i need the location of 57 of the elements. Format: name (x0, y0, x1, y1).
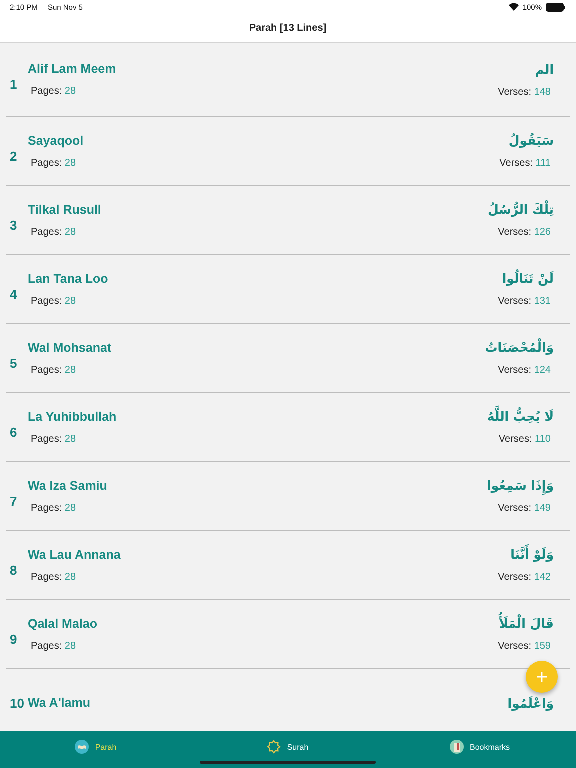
parah-number: 1 (10, 76, 18, 92)
book-icon (75, 740, 90, 754)
add-button[interactable] (526, 661, 558, 693)
pages-count: Pages: 28 (30, 640, 78, 652)
parah-number: 6 (10, 424, 18, 440)
parah-number: 10 (10, 696, 26, 710)
parah-number: 8 (10, 562, 18, 578)
pages-count: Pages: 28 (30, 364, 78, 376)
parah-arabic-name: الم (535, 62, 554, 76)
parah-name: Sayaqool (28, 134, 84, 148)
parah-name: Wa A'lamu (28, 696, 90, 710)
parah-name: La Yuhibbullah (28, 410, 117, 424)
verses-count: Verses: 110 (498, 434, 552, 445)
parah-arabic-name: وَالْمُحْصَنَاتُ (485, 340, 554, 355)
pages-count: Pages: 28 (30, 86, 78, 97)
parah-name: Wa Lau Annana (28, 548, 121, 562)
pages-count: Pages: 28 (30, 158, 78, 168)
tab[interactable]: Parah (0, 731, 192, 768)
battery-icon (546, 2, 566, 12)
verses-count: Verses: 149 (497, 503, 552, 514)
plus-icon (536, 671, 548, 683)
pages-count: Pages: 28 (30, 296, 78, 306)
parah-name: Alif Lam Meem (28, 62, 116, 76)
tab[interactable]: Bookmarks (384, 731, 576, 768)
verses-count: Verses: 131 (497, 296, 552, 307)
badge-icon (267, 740, 282, 754)
verses-count: Verses: 148 (497, 86, 552, 98)
parah-number: 2 (10, 148, 18, 164)
parah-arabic-name: تِلْكَ الرُّسُلُ (488, 202, 554, 217)
tab[interactable]: Surah (192, 731, 384, 768)
verses-count: Verses: 126 (497, 227, 552, 238)
parah-name: Qalal Malao (28, 616, 98, 630)
verses-count: Verses: 159 (497, 641, 552, 652)
bookmark-icon (450, 740, 464, 754)
parah-name: Lan Tana Loo (28, 272, 108, 286)
parah-number: 4 (10, 286, 18, 302)
verses-count: Verses: 111 (498, 158, 552, 169)
pages-count: Pages: 28 (30, 434, 78, 444)
wifi-icon (508, 3, 519, 11)
verses-count: Verses: 124 (497, 365, 552, 376)
verses-count: Verses: 142 (497, 572, 552, 583)
parah-arabic-name: لَنْ تَنَالُوا (502, 271, 554, 286)
parah-arabic-name: سَيَقُولُ (508, 133, 554, 148)
parah-number: 3 (10, 216, 18, 232)
parah-name: Wa Iza Samiu (28, 478, 108, 492)
parah-arabic-name: وَاعْلَمُوا (508, 696, 554, 710)
parah-number: 7 (10, 492, 18, 508)
pages-count: Pages: 28 (30, 226, 78, 238)
parah-name: Wal Mohsanat (28, 340, 112, 354)
screen-title: Parah [13 Lines] (249, 22, 327, 34)
pages-count: Pages: 28 (30, 502, 78, 514)
parah-name: Tilkal Rusull (28, 202, 102, 216)
parah-arabic-name: وَإِذَا سَمِعُوا (487, 478, 554, 493)
pages-count: Pages: 28 (30, 572, 78, 582)
parah-arabic-name: وَلَوْ أَنَّنَا (510, 547, 554, 562)
parah-number: 9 (10, 630, 18, 646)
parah-number: 5 (10, 354, 18, 370)
